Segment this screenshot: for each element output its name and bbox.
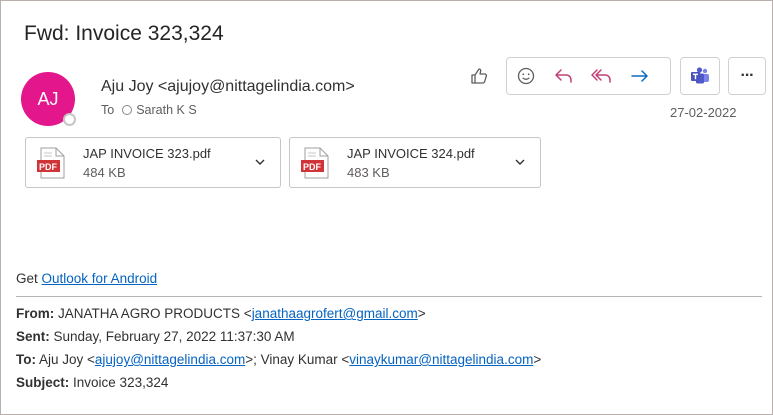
get-prefix: Get xyxy=(16,271,38,286)
forward-from-line: From: JANATHA AGRO PRODUCTS <janathaagro… xyxy=(16,306,426,321)
attachment-name: JAP INVOICE 323.pdf xyxy=(83,146,211,161)
teams-icon xyxy=(691,67,709,84)
attachment-size: 484 KB xyxy=(83,165,126,180)
attachment-card[interactable]: PDF JAP INVOICE 324.pdf 483 KB xyxy=(289,137,541,188)
subject-value: Invoice 323,324 xyxy=(73,375,169,390)
email-subject: Fwd: Invoice 323,324 xyxy=(24,22,224,45)
forward-to-line: To: Aju Joy <ajujoy@nittagelindia.com>; … xyxy=(16,352,541,367)
like-icon xyxy=(471,68,488,84)
forward-subject-line: Subject: Invoice 323,324 xyxy=(16,375,168,390)
more-icon: ··· xyxy=(740,67,755,84)
to-email-link-2[interactable]: vinaykumar@nittagelindia.com xyxy=(349,352,533,367)
from-name: JANATHA AGRO PRODUCTS < xyxy=(58,306,252,321)
forward-button[interactable] xyxy=(621,58,659,94)
get-outlook-line: Get Outlook for Android xyxy=(16,271,157,286)
subject-label: Subject: xyxy=(16,375,70,390)
reply-icon xyxy=(555,69,572,83)
reply-all-icon xyxy=(591,69,611,83)
attachment-size: 483 KB xyxy=(347,165,390,180)
more-actions-button[interactable]: ··· xyxy=(728,57,766,95)
chevron-down-icon[interactable] xyxy=(514,157,526,167)
avatar-initials: AJ xyxy=(37,88,59,109)
to-close: > xyxy=(533,352,542,367)
recipient-presence-icon xyxy=(122,105,133,115)
email-date: 27-02-2022 xyxy=(670,105,737,120)
teams-button[interactable] xyxy=(680,57,720,95)
forward-icon xyxy=(631,70,648,82)
sent-value: Sunday, February 27, 2022 11:37:30 AM xyxy=(53,329,295,344)
outlook-for-android-link[interactable]: Outlook for Android xyxy=(42,271,158,286)
chevron-down-icon[interactable] xyxy=(254,157,266,167)
to-recipient[interactable]: Sarath K S xyxy=(136,103,196,117)
teams-button-inner[interactable] xyxy=(681,58,719,94)
sender[interactable]: Aju Joy <ajujoy@nittagelindia.com> xyxy=(101,78,355,96)
attachment-card[interactable]: PDF JAP INVOICE 323.pdf 484 KB xyxy=(25,137,281,188)
presence-status-icon xyxy=(63,113,76,126)
sent-label: Sent: xyxy=(16,329,50,344)
to-line: To Sarath K S xyxy=(101,103,197,117)
to-name1: Aju Joy < xyxy=(39,352,95,367)
to-label-forward: To: xyxy=(16,352,36,367)
attachment-name: JAP INVOICE 324.pdf xyxy=(347,146,475,161)
from-email-link[interactable]: janathaagrofert@gmail.com xyxy=(252,306,418,321)
emoji-icon xyxy=(517,67,535,85)
reply-button[interactable] xyxy=(545,58,583,94)
reply-all-button[interactable] xyxy=(583,58,621,94)
attachment-badge: PDF xyxy=(39,162,57,172)
emoji-button[interactable] xyxy=(507,58,545,94)
from-label: From: xyxy=(16,306,55,321)
more-button-inner[interactable]: ··· xyxy=(729,58,765,94)
reply-actions-group xyxy=(506,57,671,95)
to-label: To xyxy=(101,103,115,117)
attachment-badge: PDF xyxy=(303,162,321,172)
forward-sent-line: Sent: Sunday, February 27, 2022 11:37:30… xyxy=(16,329,295,344)
like-button[interactable] xyxy=(460,58,498,94)
from-close: > xyxy=(417,306,426,321)
to-separator: >; Vinay Kumar < xyxy=(245,352,350,367)
to-email-link-1[interactable]: ajujoy@nittagelindia.com xyxy=(95,352,245,367)
divider xyxy=(16,296,762,297)
